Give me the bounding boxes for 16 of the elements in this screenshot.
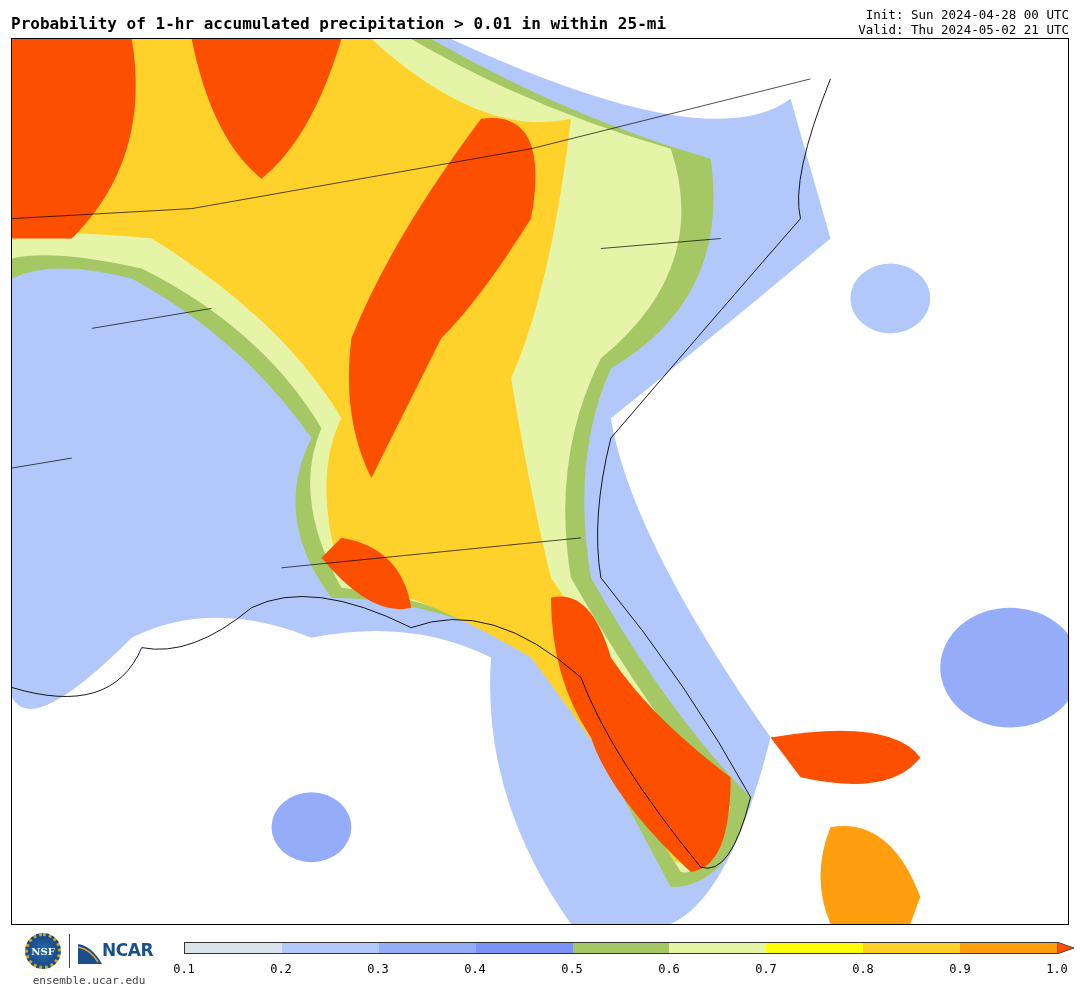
- colorbar-tick-label: 0.1: [173, 961, 195, 978]
- init-time: Init: Sun 2024-04-28 00 UTC: [864, 7, 1069, 22]
- ncar-logo: NCAR: [78, 938, 153, 964]
- colorbar-tick-label: 0.6: [658, 961, 680, 978]
- colorbar-tick-label: 0.2: [270, 961, 292, 978]
- colorbar-tick-label: 0.8: [852, 961, 874, 978]
- colorbar-tick-label: 0.7: [755, 961, 777, 978]
- chart-title: Probability of 1-hr accumulated precipitation > 0.01 in within 25-mi: [11, 13, 667, 35]
- colorbar-tick-label: 0.5: [561, 961, 583, 978]
- colorbar-tick-label: 0.9: [949, 961, 971, 978]
- valid-time: Valid: Thu 2024-05-02 21 UTC: [858, 22, 1069, 37]
- nsf-logo: NSF: [25, 933, 61, 969]
- colorbar-tick-label: 1.0: [1046, 961, 1068, 978]
- colorbar-tick-label: 0.3: [367, 961, 389, 978]
- colorbar-tick-label: 0.4: [464, 961, 486, 978]
- site-url: ensemble.ucar.edu: [32, 973, 146, 988]
